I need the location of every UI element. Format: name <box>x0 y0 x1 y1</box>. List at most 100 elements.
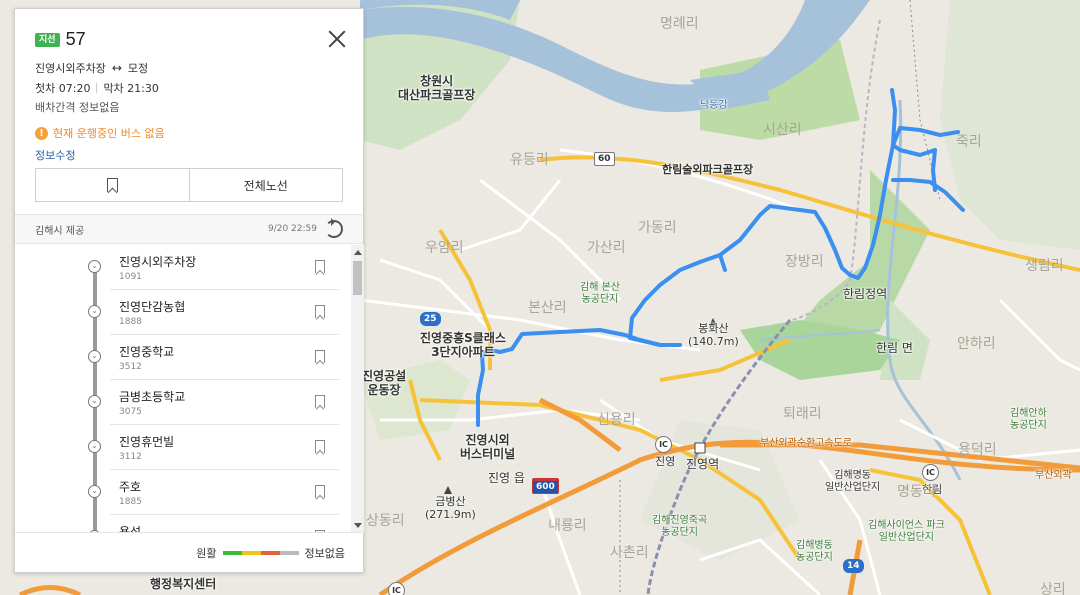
stop-name: 진영시외주차장 <box>119 255 197 269</box>
route-header: 지선 57 진영시외주차장 ↔ 모정 첫차 07:20 막차 21:30 배차간… <box>15 9 363 214</box>
map-label-sisanri: 시산리 <box>763 122 802 138</box>
map-label-busan-expressway: 부산외곽순환고속도로 <box>760 438 852 449</box>
provider-name: 김해시 제공 <box>35 225 85 237</box>
stop-name: 진영중학교 <box>119 345 175 359</box>
bookmark-button[interactable] <box>36 169 190 201</box>
full-route-button[interactable]: 전체노선 <box>190 169 343 201</box>
legend-smooth-label: 원활 <box>196 546 217 560</box>
map-label-sinyongri: 신용리 <box>597 412 636 428</box>
start-terminal: 진영시외주차장 <box>35 62 106 75</box>
last-bus-time: 막차 21:30 <box>103 82 159 95</box>
provider-bar: 김해시 제공 9/20 22:59 <box>15 214 363 244</box>
stop-item[interactable]: ⌄ 진영단감농협 1888 <box>88 290 339 335</box>
bus-interval: 배차간격 정보없음 <box>35 101 120 114</box>
map-label-anhari: 안하리 <box>957 336 996 352</box>
legend-color-segment <box>222 550 242 555</box>
map-label-gasanri: 가산리 <box>587 240 626 256</box>
map-label-sports-field: 진영공설 운동장 <box>362 369 407 397</box>
bookmark-icon <box>106 178 118 192</box>
alert-icon: ! <box>35 126 48 140</box>
road-60-badge: 60 <box>594 152 615 166</box>
stop-id: 3075 <box>119 407 142 417</box>
action-buttons: 전체노선 <box>35 168 343 202</box>
stop-id: 1885 <box>119 497 142 507</box>
map-label-jukgok-complex: 김해진영죽곡 농공단지 <box>652 515 708 538</box>
map-label-jukri: 죽리 <box>956 134 982 150</box>
map-label-namusil: 사촌리 <box>610 545 649 561</box>
scroll-thumb[interactable] <box>353 261 362 295</box>
legend-color-segment <box>279 550 299 555</box>
map-label-sangri: 상리 <box>1040 582 1066 595</box>
chevron-down-icon: ⌄ <box>88 350 101 363</box>
scroll-up-arrow-icon[interactable] <box>354 250 362 255</box>
stop-item[interactable]: ⌄ 진영휴먼빌 3112 <box>88 425 339 470</box>
map-label-byeongdong-complex: 김해병동 농공단지 <box>796 540 833 563</box>
map-label-yudeungri: 유등리 <box>510 152 549 168</box>
stop-item[interactable]: ⌄ 진영중학교 3512 <box>88 335 339 380</box>
bookmark-icon[interactable] <box>315 395 325 408</box>
map-label-hanrim-myeon: 한림 면 <box>876 341 913 355</box>
map-label-hanrim-golf: 한림술외파크골프장 <box>662 163 754 176</box>
bookmark-icon[interactable] <box>315 485 325 498</box>
map-label-myeongdong-complex: 김해명동 일반산업단지 <box>825 470 881 493</box>
map-label-yongdeokri: 용덕리 <box>958 442 997 458</box>
map-label-daesan-golf: 창원시 대산파크골프장 <box>398 74 476 102</box>
stop-name: 진영단감농협 <box>119 300 186 314</box>
stop-id: 3512 <box>119 362 142 372</box>
map-label-jinyeong-apt: 진영중흥S클래스 3단지아파트 <box>420 331 506 359</box>
map-label-hanrim-station: 한림정역 <box>843 287 888 301</box>
legend-no-info-label: 정보없음 <box>304 546 345 560</box>
bookmark-icon[interactable] <box>315 305 325 318</box>
map-label-busan-expressway-2: 부산외곽 <box>1035 470 1072 481</box>
map-label-geumbyeongsan: 금병산 (271.9m) <box>425 495 476 521</box>
map-label-bus-terminal: 진영시외 버스터미널 <box>460 433 516 461</box>
edit-info-link[interactable]: 정보수정 <box>35 147 75 163</box>
map-label-jangdongri: 상동리 <box>366 513 405 529</box>
refresh-icon[interactable] <box>325 218 343 238</box>
map-label-bonsanri: 본산리 <box>528 300 567 316</box>
legend-color-segment <box>241 550 261 555</box>
chevron-down-icon: ⌄ <box>88 440 101 453</box>
chevron-down-icon: ⌄ <box>88 395 101 408</box>
chevron-down-icon: ⌄ <box>88 305 101 318</box>
map-label-bonghwasan: 봉화산 (140.7m) <box>688 322 739 348</box>
chevron-down-icon: ⌄ <box>88 485 101 498</box>
map-label-gadongri: 가동리 <box>638 220 677 236</box>
stop-item[interactable]: ⌄ 주호 1885 <box>88 470 339 515</box>
road-14-badge: 14 <box>843 559 864 573</box>
divider <box>96 83 98 93</box>
map-label-jangbangri: 장방리 <box>785 254 824 270</box>
warning-text: 현재 운행중인 버스 없음 <box>53 127 165 140</box>
stop-item[interactable]: ⌄용성 <box>88 515 339 533</box>
route-title: 지선 57 <box>35 29 343 50</box>
stop-item[interactable]: ⌄ 진영시외주차장 1091 <box>88 245 339 290</box>
map-label-naeryongri: 내룡리 <box>548 518 587 534</box>
bookmark-icon[interactable] <box>315 350 325 363</box>
map-label-toerae: 퇴래리 <box>783 406 822 422</box>
stop-id: 3112 <box>119 452 142 462</box>
stop-name: 진영휴먼빌 <box>119 435 175 449</box>
traffic-color-bar <box>222 550 299 555</box>
stop-item[interactable]: ⌄ 금병초등학교 3075 <box>88 380 339 425</box>
no-bus-warning: ! 현재 운행중인 버스 없음 <box>35 125 343 141</box>
map-label-myeongdongri: 명동리 <box>897 484 936 500</box>
map-label-science-park: 김해사이언스 파크 일반산업단지 <box>868 520 945 543</box>
close-button[interactable] <box>327 29 347 49</box>
stop-name: 금병초등학교 <box>119 390 186 404</box>
map-label-jinyeong-station: 진영역 <box>686 457 720 471</box>
map-label-jinyeong-eup: 진영 읍 <box>488 471 525 485</box>
stop-id: 1888 <box>119 317 142 327</box>
bookmark-icon[interactable] <box>315 260 325 273</box>
scroll-down-arrow-icon[interactable] <box>354 523 362 528</box>
bookmark-icon[interactable] <box>315 440 325 453</box>
traffic-legend: 원활 정보없음 <box>15 532 363 572</box>
bidirectional-arrow-icon: ↔ <box>111 61 122 75</box>
stop-list[interactable]: ⌄ 진영시외주차장 1091 ⌄ 진영단감농협 1888 ⌄ 진영중학교 3512 ⌄ 금병초등학교… <box>15 245 351 533</box>
ic-badge-jinyeong: IC <box>655 436 672 453</box>
stop-list-scrollbar[interactable] <box>351 245 364 533</box>
map-label-welfare-center: 행정복지센터 <box>150 577 217 591</box>
route-terminals: 진영시외주차장 ↔ 모정 <box>35 60 343 76</box>
route-type-badge: 지선 <box>35 32 60 47</box>
ic-badge-south: IC <box>388 582 405 595</box>
map-label-jinyeong: 진영 <box>655 455 676 468</box>
